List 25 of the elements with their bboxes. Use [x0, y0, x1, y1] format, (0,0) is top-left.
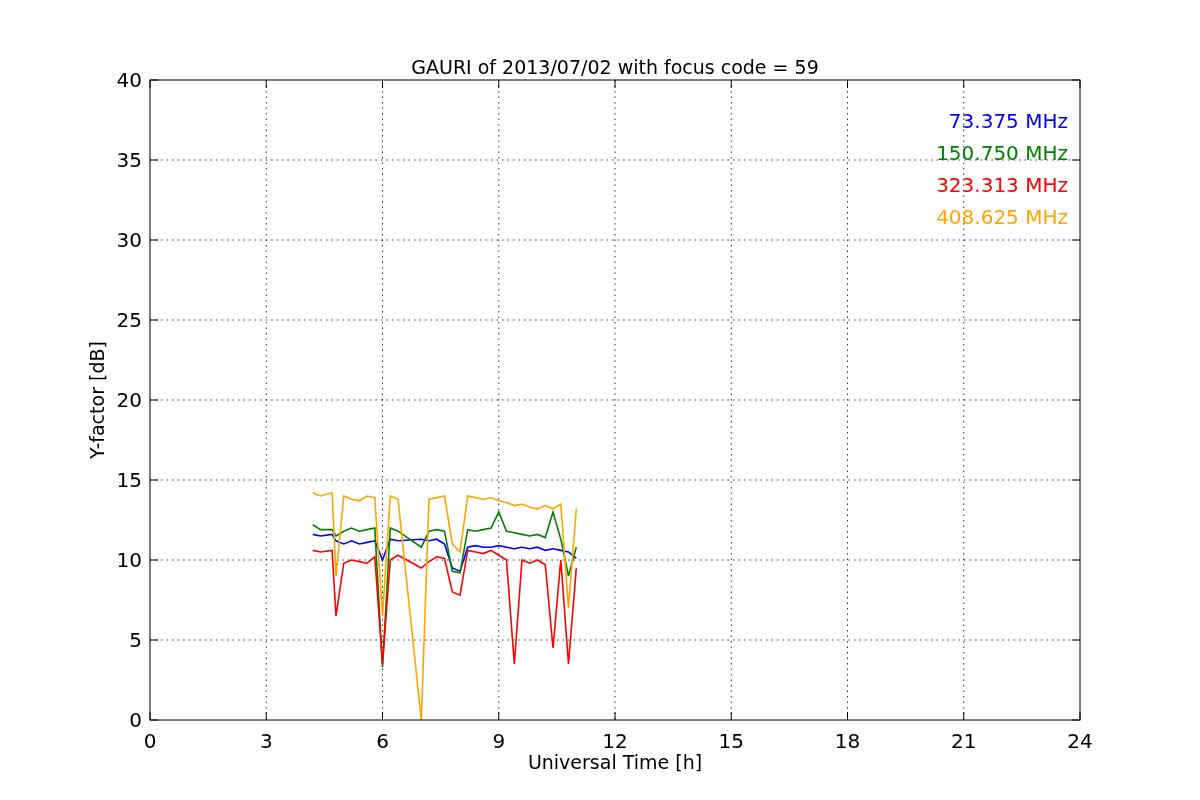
y-axis-label: Y-factor [dB] — [86, 341, 108, 459]
tick-label: 0 — [129, 708, 142, 732]
tick-label: 40 — [116, 68, 142, 92]
tick-label: 5 — [129, 628, 142, 652]
tick-label: 12 — [602, 729, 628, 753]
tick-label: 9 — [492, 729, 506, 753]
plot-title: GAURI of 2013/07/02 with focus code = 59 — [411, 56, 819, 78]
tick-label: 3 — [259, 729, 273, 753]
tick-label: 6 — [376, 729, 389, 753]
tick-label: 0 — [143, 729, 157, 753]
tick-label: 30 — [116, 228, 142, 252]
tick-label: 25 — [116, 308, 142, 332]
tick-label: 35 — [116, 148, 142, 172]
x-axis-label: Universal Time [h] — [527, 751, 703, 773]
tick-label: 18 — [834, 729, 861, 753]
tick-label: 15 — [718, 729, 744, 753]
legend-label: 150.750 MHz — [936, 141, 1068, 165]
tick-label: 15 — [116, 468, 142, 492]
tick-label: 10 — [116, 548, 142, 572]
tick-label: 24 — [1067, 729, 1093, 753]
legend-label: 408.625 MHz — [936, 205, 1068, 229]
tick-label: 21 — [951, 729, 977, 753]
legend-label: 73.375 MHz — [948, 109, 1068, 133]
legend-label: 323.313 MHz — [936, 173, 1068, 197]
tick-label: 20 — [116, 388, 142, 412]
